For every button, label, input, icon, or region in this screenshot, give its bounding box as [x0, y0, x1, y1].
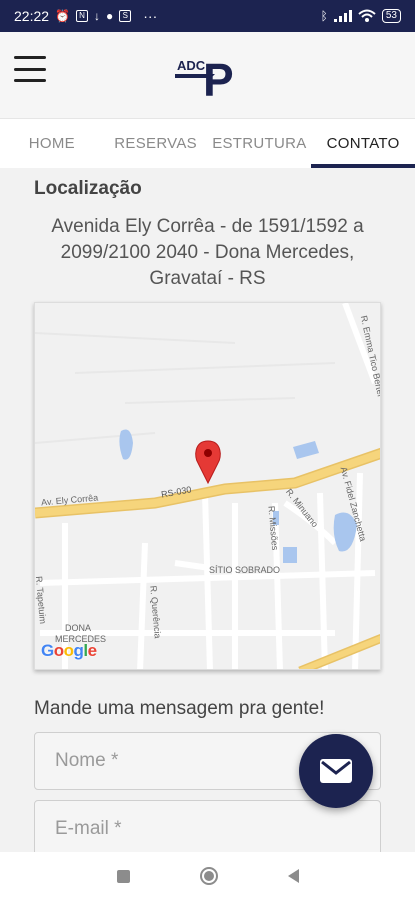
system-nav-bar	[0, 852, 415, 900]
map-graphic	[35, 303, 380, 669]
tab-reservas[interactable]: RESERVAS	[104, 119, 208, 168]
status-time: 22:22	[14, 8, 50, 24]
status-more: ···	[143, 8, 158, 24]
tab-estrutura[interactable]: ESTRUTURA	[208, 119, 312, 168]
tab-contato[interactable]: CONTATO	[311, 119, 415, 168]
app-header: ADC P	[0, 32, 415, 118]
google-logo: Google	[41, 641, 97, 660]
map-label-sitio: SÍTIO SOBRADO	[209, 565, 281, 575]
ball-icon: ●	[106, 9, 114, 23]
email-input[interactable]	[35, 801, 380, 852]
location-address: Avenida Ely Corrêa - de 1591/1592 a 2099…	[51, 216, 364, 289]
tab-home[interactable]: HOME	[0, 119, 104, 168]
hamburger-menu-icon[interactable]	[14, 56, 46, 82]
logo-letter: P	[203, 54, 234, 98]
battery-icon: 53	[381, 9, 401, 23]
back-icon[interactable]	[287, 869, 299, 883]
adc-logo[interactable]: ADC P	[175, 52, 245, 106]
email-field[interactable]	[34, 800, 381, 852]
tab-bar: HOME RESERVAS ESTRUTURA CONTATO	[0, 118, 415, 168]
status-bar: 22:22 ⏰ N ↓ ● S ··· ᛒ 53	[0, 0, 415, 32]
recent-apps-icon[interactable]	[116, 869, 130, 883]
home-icon[interactable]	[199, 867, 218, 885]
notification-icon: N	[76, 10, 88, 22]
map-label-dona: DONA	[65, 623, 92, 633]
location-title: Localização	[34, 178, 142, 199]
app-s-icon: S	[119, 10, 132, 22]
alarm-icon: ⏰	[55, 9, 70, 23]
send-message-fab[interactable]	[299, 734, 373, 808]
logo-text: ADC	[177, 58, 206, 73]
bluetooth-icon: ᛒ	[320, 9, 328, 23]
download-icon: ↓	[94, 9, 100, 23]
wifi-icon	[358, 9, 376, 22]
mail-icon	[320, 759, 352, 783]
signal-icon	[333, 10, 352, 22]
form-title: Mande uma mensagem pra gente!	[34, 698, 325, 719]
location-map[interactable]: R. Emma Tico Bertei Av. Ely Corrêa RS-03…	[34, 302, 381, 670]
lake-4	[283, 547, 297, 563]
